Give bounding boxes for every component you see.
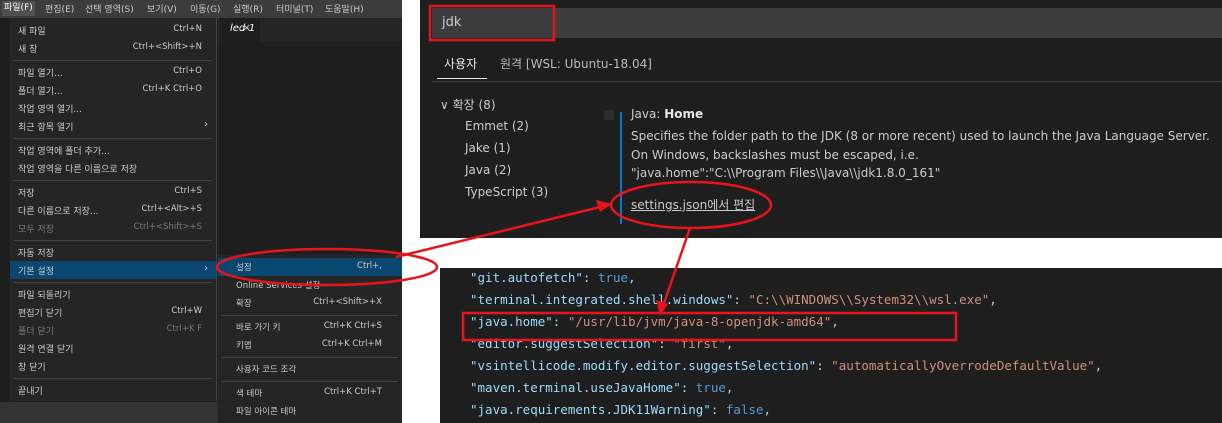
- arrow-to-java-home: [661, 227, 692, 307]
- java-home-highlight-box: [461, 311, 958, 342]
- arrowhead: [596, 200, 612, 212]
- arrow-to-edit-link: [395, 205, 601, 259]
- annotation-overlay: [215, 4, 958, 342]
- edit-link-highlight-ellipse: [609, 180, 773, 230]
- search-highlight-box: [428, 4, 556, 42]
